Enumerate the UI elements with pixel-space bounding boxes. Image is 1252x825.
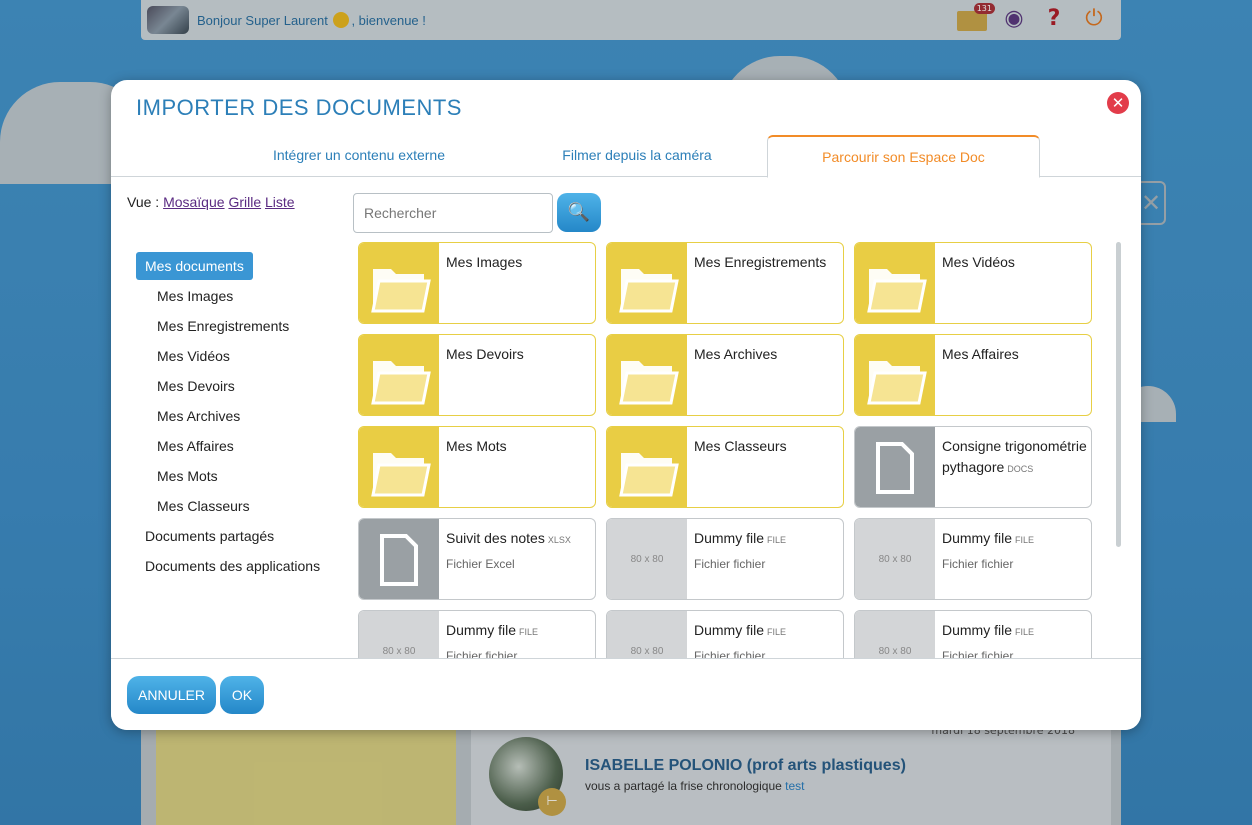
folder-icon [359,427,439,507]
tile-name: Mes Images [446,254,523,270]
file-tile[interactable]: 80 x 80 Dummy file FILE Fichier fichier [606,610,844,658]
tree-item-mes-documents[interactable]: Mes documents [136,252,253,280]
tile-name: Dummy file FILE [942,530,1035,546]
tree-item[interactable]: Mes Affaires [136,431,320,461]
file-extension: FILE [767,627,787,637]
modal-title: IMPORTER DES DOCUMENTS [136,95,462,120]
tile-name: Mes Mots [446,438,507,454]
ok-button[interactable]: OK [220,676,264,714]
tile-name: Suivit des notes XLSX [446,530,571,546]
tile-name: Mes Devoirs [446,346,524,362]
file-extension: FILE [767,535,787,545]
file-tile[interactable]: 80 x 80 Dummy file FILE Fichier fichier [358,610,596,658]
file-tile[interactable]: 80 x 80 Dummy file FILE Fichier fichier [854,518,1092,600]
tree-item[interactable]: Mes Vidéos [136,341,320,371]
tree-item-shared[interactable]: Documents partagés [136,521,320,551]
placeholder-thumbnail: 80 x 80 [855,611,935,658]
file-type: Fichier fichier [942,557,1014,571]
file-tile[interactable]: Consigne trigonométrie pythagore DOCS [854,426,1092,508]
file-extension: FILE [519,627,539,637]
file-extension: FILE [1015,535,1035,545]
placeholder-thumbnail: 80 x 80 [607,519,687,599]
document-icon [855,427,935,507]
search-button[interactable]: 🔍 [557,193,601,232]
file-extension: XLSX [547,535,571,545]
tree-item[interactable]: Mes Mots [136,461,320,491]
folder-tile[interactable]: Mes Archives [606,334,844,416]
tab-camera[interactable]: Filmer depuis la caméra [503,135,771,177]
folder-tile[interactable]: Mes Devoirs [358,334,596,416]
view-label: Vue : [127,194,160,210]
folder-icon [607,243,687,323]
folder-tile[interactable]: Mes Mots [358,426,596,508]
tile-name: Mes Vidéos [942,254,1015,270]
folder-icon [855,243,935,323]
modal-footer: ANNULER OK [111,658,1141,730]
document-grid: Mes Images Mes Enregistrements Mes Vidéo… [358,242,1103,658]
tile-name: Mes Affaires [942,346,1019,362]
folder-tile[interactable]: Mes Vidéos [854,242,1092,324]
document-icon [359,519,439,599]
close-icon[interactable]: ✕ [1107,92,1129,114]
file-extension: DOCS [1007,464,1034,474]
search-icon: 🔍 [567,202,591,223]
file-type: Fichier fichier [942,649,1014,658]
tree-item[interactable]: Mes Images [136,281,320,311]
folder-icon [359,335,439,415]
folder-icon [359,243,439,323]
view-list-link[interactable]: Liste [265,194,295,210]
file-type: Fichier fichier [694,649,766,658]
file-tile[interactable]: 80 x 80 Dummy file FILE Fichier fichier [854,610,1092,658]
tab-espace-doc[interactable]: Parcourir son Espace Doc [767,135,1040,178]
tree-item[interactable]: Mes Classeurs [136,491,320,521]
view-grid-link[interactable]: Grille [228,194,261,210]
tree-item[interactable]: Mes Enregistrements [136,311,320,341]
placeholder-thumbnail: 80 x 80 [607,611,687,658]
tree-item[interactable]: Mes Archives [136,401,320,431]
folder-tile[interactable]: Mes Affaires [854,334,1092,416]
placeholder-thumbnail: 80 x 80 [359,611,439,658]
tile-name: Dummy file FILE [942,622,1035,638]
search-input[interactable] [353,193,553,233]
tile-name: Mes Enregistrements [694,254,827,270]
file-tile[interactable]: 80 x 80 Dummy file FILE Fichier fichier [606,518,844,600]
file-type: Fichier fichier [446,649,518,658]
folder-icon [607,335,687,415]
cancel-button[interactable]: ANNULER [127,676,216,714]
file-tile[interactable]: Suivit des notes XLSX Fichier Excel [358,518,596,600]
tree-item-apps[interactable]: Documents des applications [136,551,320,581]
tile-name: Dummy file FILE [694,622,787,638]
tile-name: Mes Classeurs [694,438,787,454]
folder-tile[interactable]: Mes Images [358,242,596,324]
tile-name: Mes Archives [694,346,778,362]
folder-tree: Mes documents Mes Images Mes Enregistrem… [136,251,320,581]
view-mosaic-link[interactable]: Mosaïque [163,194,224,210]
tile-name: Consigne trigonométrie pythagore DOCS [942,438,1087,475]
tab-external-content[interactable]: Intégrer un contenu externe [229,135,489,177]
folder-tile[interactable]: Mes Enregistrements [606,242,844,324]
tab-bar: Intégrer un contenu externe Filmer depui… [111,135,1141,178]
file-type: Fichier Excel [446,557,515,571]
folder-icon [607,427,687,507]
tree-item[interactable]: Mes Devoirs [136,371,320,401]
import-documents-modal: IMPORTER DES DOCUMENTS ✕ Intégrer un con… [111,80,1141,730]
placeholder-thumbnail: 80 x 80 [855,519,935,599]
view-selector: Vue : Mosaïque Grille Liste [127,194,295,210]
file-extension: FILE [1015,627,1035,637]
folder-tile[interactable]: Mes Classeurs [606,426,844,508]
grid-scrollbar[interactable] [1116,242,1121,547]
folder-icon [855,335,935,415]
tile-name: Dummy file FILE [694,530,787,546]
tile-name: Dummy file FILE [446,622,539,638]
file-type: Fichier fichier [694,557,766,571]
